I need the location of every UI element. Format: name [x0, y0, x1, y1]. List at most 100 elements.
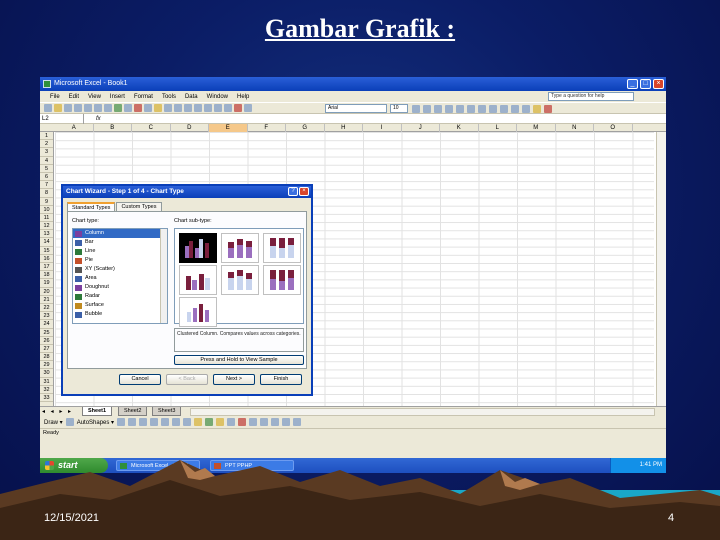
redo-icon[interactable]	[184, 104, 192, 112]
tab-standard-types[interactable]: Standard Types	[67, 202, 116, 211]
autoshapes-menu[interactable]: AutoShapes ▾	[77, 419, 114, 426]
drawing-icon[interactable]	[244, 104, 252, 112]
underline-icon[interactable]	[434, 105, 442, 113]
menu-help[interactable]: Help	[237, 94, 249, 100]
row-header-25[interactable]: 25	[40, 329, 53, 337]
subtype-3d-clustered-column[interactable]	[179, 265, 217, 295]
chart-type-item[interactable]: Pie	[73, 256, 167, 265]
vertical-scrollbar[interactable]	[656, 132, 666, 406]
diagram-icon[interactable]	[183, 418, 192, 426]
chart-type-item[interactable]: Radar	[73, 292, 167, 301]
menu-format[interactable]: Format	[134, 94, 153, 100]
percent-icon[interactable]	[500, 105, 508, 113]
menu-insert[interactable]: Insert	[110, 94, 125, 100]
research-icon[interactable]	[124, 104, 132, 112]
rectangle-icon[interactable]	[139, 418, 148, 426]
minimize-button[interactable]: _	[627, 79, 638, 89]
menu-tools[interactable]: Tools	[162, 94, 176, 100]
undo-icon[interactable]	[174, 104, 182, 112]
column-header-m[interactable]: M	[517, 124, 556, 132]
oval-icon[interactable]	[150, 418, 159, 426]
row-header-13[interactable]: 13	[40, 230, 53, 239]
font-color-icon[interactable]	[544, 105, 552, 113]
chart-type-item[interactable]: Column	[73, 229, 167, 238]
row-header-31[interactable]: 31	[40, 378, 53, 386]
spelling-icon[interactable]	[114, 104, 122, 112]
align-left-icon[interactable]	[445, 105, 453, 113]
wordart-icon[interactable]	[172, 418, 181, 426]
help-button[interactable]: ?	[288, 187, 298, 196]
subtype-100-stacked-column[interactable]	[263, 233, 301, 263]
chart-type-item[interactable]: XY (Scatter)	[73, 265, 167, 274]
arrow-style-icon[interactable]	[271, 418, 280, 426]
arrow-icon[interactable]	[128, 418, 137, 426]
font-color-draw-icon[interactable]	[238, 418, 247, 426]
row-header-1[interactable]: 1	[40, 132, 53, 141]
maximize-button[interactable]: □	[640, 79, 651, 89]
save-icon[interactable]	[64, 104, 72, 112]
subtype-3d-100-stacked-column[interactable]	[263, 265, 301, 295]
line-icon[interactable]	[117, 418, 126, 426]
sort-ascending-icon[interactable]	[214, 104, 222, 112]
sheet-tab-3[interactable]: Sheet3	[152, 407, 182, 416]
chart-type-item[interactable]: Area	[73, 274, 167, 283]
column-header-e[interactable]: E	[209, 124, 248, 132]
row-header-17[interactable]: 17	[40, 263, 53, 272]
row-header-18[interactable]: 18	[40, 271, 53, 280]
align-right-icon[interactable]	[467, 105, 475, 113]
row-header-24[interactable]: 24	[40, 320, 53, 329]
column-header-h[interactable]: H	[325, 124, 363, 132]
column-header-g[interactable]: G	[286, 124, 325, 132]
sheet-tab-1[interactable]: Sheet1	[82, 407, 113, 416]
italic-icon[interactable]	[423, 105, 431, 113]
column-header-b[interactable]: B	[94, 124, 132, 132]
column-header-l[interactable]: L	[479, 124, 517, 132]
text-box-icon[interactable]	[161, 418, 170, 426]
print-icon[interactable]	[94, 104, 102, 112]
sort-descending-icon[interactable]	[224, 104, 232, 112]
column-header-f[interactable]: F	[248, 124, 286, 132]
column-header-i[interactable]: I	[363, 124, 402, 132]
row-header-30[interactable]: 30	[40, 369, 53, 378]
row-header-3[interactable]: 3	[40, 148, 53, 157]
clip-art-icon[interactable]	[194, 418, 203, 426]
email-icon[interactable]	[84, 104, 92, 112]
help-search-input[interactable]: Type a question for help	[548, 92, 634, 101]
menu-window[interactable]: Window	[207, 94, 228, 100]
column-header-d[interactable]: D	[171, 124, 209, 132]
chart-type-item[interactable]: Doughnut	[73, 283, 167, 292]
row-header-19[interactable]: 19	[40, 279, 53, 288]
press-hold-sample-button[interactable]: Press and Hold to View Sample	[174, 355, 304, 365]
open-icon[interactable]	[54, 104, 62, 112]
back-button[interactable]: < Back	[166, 374, 208, 385]
row-header-10[interactable]: 10	[40, 206, 53, 214]
row-header-20[interactable]: 20	[40, 288, 53, 296]
autosum-icon[interactable]	[204, 104, 212, 112]
excel-title-bar[interactable]: Microsoft Excel - Book1 _ □ ×	[40, 77, 666, 91]
subtype-clustered-column[interactable]	[179, 233, 217, 263]
row-header-4[interactable]: 4	[40, 157, 53, 165]
row-header-2[interactable]: 2	[40, 140, 53, 149]
column-header-n[interactable]: N	[556, 124, 594, 132]
chart-type-item[interactable]: Bubble	[73, 310, 167, 319]
list-scrollbar[interactable]	[160, 229, 167, 323]
sheet-nav-arrows[interactable]: ◂ ◂ ▸ ▸	[42, 408, 73, 415]
subtype-3d-stacked-column[interactable]	[221, 265, 259, 295]
next-button[interactable]: Next >	[213, 374, 255, 385]
chart-type-item[interactable]: Bar	[73, 238, 167, 247]
row-header-7[interactable]: 7	[40, 181, 53, 190]
column-header-a[interactable]: A	[55, 124, 94, 132]
row-header-12[interactable]: 12	[40, 222, 53, 231]
row-header-27[interactable]: 27	[40, 345, 53, 354]
paste-icon[interactable]	[154, 104, 162, 112]
column-header-j[interactable]: J	[402, 124, 440, 132]
column-header-o[interactable]: O	[594, 124, 633, 132]
row-header-5[interactable]: 5	[40, 165, 53, 173]
subtype-stacked-column[interactable]	[221, 233, 259, 263]
line-color-icon[interactable]	[227, 418, 236, 426]
comma-style-icon[interactable]	[511, 105, 519, 113]
fx-icon[interactable]: fx	[96, 114, 101, 124]
menu-edit[interactable]: Edit	[69, 94, 79, 100]
hyperlink-icon[interactable]	[194, 104, 202, 112]
row-header-22[interactable]: 22	[40, 304, 53, 313]
